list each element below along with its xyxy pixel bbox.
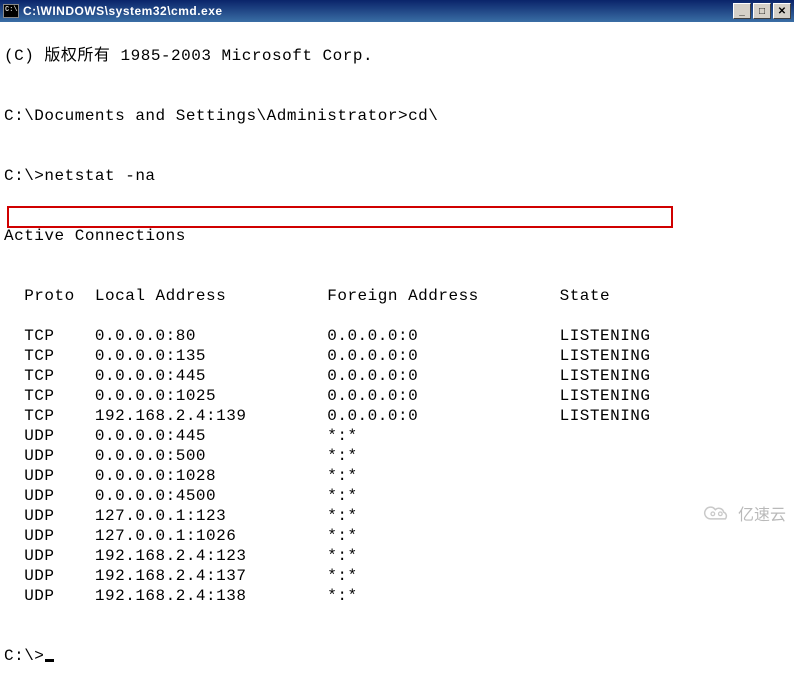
maximize-glyph: □ [759,6,765,17]
window-title: C:\WINDOWS\system32\cmd.exe [23,4,223,18]
netstat-row: UDP 0.0.0.0:1028 *:* [4,466,790,486]
copyright-line: (C) 版权所有 1985-2003 Microsoft Corp. [4,46,790,66]
watermark-text: 亿速云 [738,501,786,525]
netstat-rows: TCP 0.0.0.0:80 0.0.0.0:0 LISTENING TCP 0… [4,326,790,606]
netstat-row: UDP 127.0.0.1:123 *:* [4,506,790,526]
netstat-row: UDP 192.168.2.4:123 *:* [4,546,790,566]
netstat-row: UDP 127.0.0.1:1026 *:* [4,526,790,546]
netstat-row: UDP 192.168.2.4:137 *:* [4,566,790,586]
netstat-row: UDP 192.168.2.4:138 *:* [4,586,790,606]
netstat-row: TCP 0.0.0.0:445 0.0.0.0:0 LISTENING [4,366,790,386]
netstat-row: TCP 0.0.0.0:135 0.0.0.0:0 LISTENING [4,346,790,366]
maximize-button[interactable]: □ [753,3,771,19]
minimize-glyph: _ [739,6,745,17]
prompt-line-1: C:\Documents and Settings\Administrator>… [4,106,790,126]
close-glyph: ✕ [778,6,786,17]
cmd-icon [3,4,19,18]
minimize-button[interactable]: _ [733,3,751,19]
console-output[interactable]: (C) 版权所有 1985-2003 Microsoft Corp. C:\Do… [0,22,794,690]
netstat-row: TCP 0.0.0.0:80 0.0.0.0:0 LISTENING [4,326,790,346]
close-button[interactable]: ✕ [773,3,791,19]
netstat-row: TCP 0.0.0.0:1025 0.0.0.0:0 LISTENING [4,386,790,406]
watermark: 亿速云 [700,501,786,525]
active-connections-line: Active Connections [4,226,790,246]
netstat-row: UDP 0.0.0.0:4500 *:* [4,486,790,506]
cloud-icon [700,503,734,523]
window-controls: _ □ ✕ [733,3,791,19]
prompt-line-2: C:\>netstat -na [4,166,790,186]
netstat-row: UDP 0.0.0.0:500 *:* [4,446,790,466]
netstat-header: Proto Local Address Foreign Address Stat… [4,286,790,306]
final-prompt: C:\> [4,647,44,665]
netstat-row: TCP 192.168.2.4:139 0.0.0.0:0 LISTENING [4,406,790,426]
highlight-box [7,206,673,228]
titlebar-left: C:\WINDOWS\system32\cmd.exe [3,4,223,18]
cursor [45,659,54,662]
titlebar: C:\WINDOWS\system32\cmd.exe _ □ ✕ [0,0,794,22]
netstat-row: UDP 0.0.0.0:445 *:* [4,426,790,446]
